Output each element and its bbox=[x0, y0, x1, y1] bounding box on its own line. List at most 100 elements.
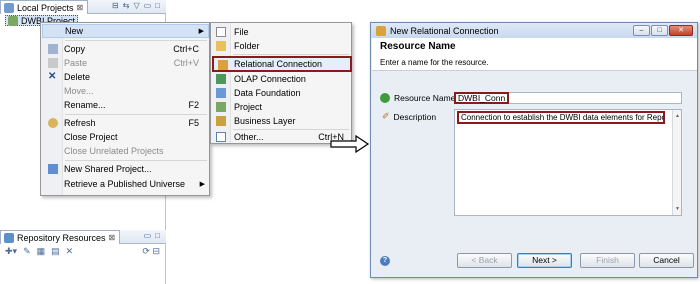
dialog-titlebar[interactable]: New Relational Connection – □ ✕ bbox=[371, 23, 697, 38]
cancel-button[interactable]: Cancel bbox=[639, 253, 694, 268]
menu-item-label: New bbox=[65, 26, 84, 36]
repository-toolbar: ✚▾ ✎ ▦ ▤ ✕ ⟳ ⊟ bbox=[0, 245, 166, 258]
window-controls: – □ ✕ bbox=[633, 25, 693, 36]
submenu-item-project[interactable]: Project bbox=[212, 100, 352, 114]
view-menu-icon[interactable]: ▽ bbox=[133, 1, 139, 10]
menu-item-label: Project bbox=[234, 102, 263, 112]
help-icon[interactable]: ? bbox=[380, 256, 390, 266]
other-icon bbox=[216, 132, 226, 142]
maximize-button[interactable]: □ bbox=[651, 25, 668, 36]
menu-item-label: Close Project bbox=[64, 132, 118, 142]
menu-separator bbox=[233, 54, 349, 55]
menu-separator bbox=[65, 114, 207, 115]
back-button[interactable]: < Back bbox=[457, 253, 512, 268]
menu-item-label: Other... bbox=[234, 132, 264, 142]
scroll-up-icon[interactable]: ▲ bbox=[675, 113, 680, 119]
repository-icon bbox=[4, 232, 14, 243]
insert-session-icon[interactable]: ✚▾ bbox=[5, 246, 17, 257]
submenu-arrow-icon: ▶ bbox=[198, 28, 204, 35]
submenu-item-relational-connection[interactable]: Relational Connection bbox=[212, 56, 352, 72]
close-tab-icon[interactable]: ⊠ bbox=[109, 233, 116, 242]
resource-name-value: DWBI_Conn bbox=[454, 92, 510, 104]
local-projects-tab-label: Local Projects bbox=[17, 2, 74, 13]
wizard-body: Resource Name DWBI_Conn ✐ Description Co… bbox=[372, 72, 697, 267]
minimize-icon[interactable]: ▭ bbox=[144, 231, 152, 240]
submenu-item-olap-connection[interactable]: OLAP Connection bbox=[212, 72, 352, 86]
menu-item-label: Retrieve a Published Universe bbox=[64, 179, 186, 189]
menu-item-rename[interactable]: Rename... F2 bbox=[42, 98, 209, 112]
wizard-footer: ? < Back Next > Finish Cancel bbox=[372, 249, 697, 273]
submenu-item-business-layer[interactable]: Business Layer bbox=[212, 114, 352, 128]
data-foundation-icon bbox=[216, 88, 226, 98]
local-projects-tabbar: Local Projects ⊠ ⊟ ⇆ ▽ ▭ □ bbox=[0, 0, 166, 14]
new-relational-connection-dialog: New Relational Connection – □ ✕ Resource… bbox=[370, 22, 698, 278]
menu-item-shortcut: Ctrl+C bbox=[173, 44, 199, 54]
minimize-button[interactable]: – bbox=[633, 25, 650, 36]
projects-view-icon bbox=[4, 2, 14, 13]
description-scrollbar[interactable]: ▲ ▼ bbox=[672, 110, 681, 215]
properties-icon[interactable]: ▦ bbox=[37, 246, 46, 257]
new-submenu: File Folder Relational Connection OLAP C… bbox=[210, 22, 352, 144]
maximize-icon[interactable]: □ bbox=[155, 1, 160, 10]
project-icon bbox=[8, 15, 18, 26]
menu-item-label: Paste bbox=[64, 58, 88, 68]
menu-item-close-project[interactable]: Close Project bbox=[42, 130, 209, 144]
link-editor-icon[interactable]: ⇆ bbox=[123, 1, 130, 10]
menu-item-new[interactable]: New ▶ bbox=[42, 24, 209, 38]
resource-name-label-group: Resource Name bbox=[380, 93, 455, 103]
dialog-title: New Relational Connection bbox=[390, 25, 499, 36]
submenu-item-data-foundation[interactable]: Data Foundation bbox=[212, 86, 352, 100]
folder-icon bbox=[216, 41, 226, 51]
repository-resources-tab[interactable]: Repository Resources ⊠ bbox=[0, 230, 121, 244]
relational-connection-icon bbox=[218, 60, 228, 70]
maximize-icon[interactable]: □ bbox=[155, 231, 160, 240]
arrow-right-icon bbox=[330, 135, 370, 153]
file-icon bbox=[216, 27, 226, 37]
menu-item-copy[interactable]: Copy Ctrl+C bbox=[42, 42, 209, 56]
edit-icon[interactable]: ✎ bbox=[23, 246, 31, 257]
minimize-icon[interactable]: ▭ bbox=[144, 1, 152, 10]
refresh-icon[interactable]: ⟳ ⊟ bbox=[142, 246, 160, 257]
menu-item-refresh[interactable]: Refresh F5 bbox=[42, 116, 209, 130]
next-button[interactable]: Next > bbox=[517, 253, 572, 268]
menu-item-paste[interactable]: Paste Ctrl+V bbox=[42, 56, 209, 70]
shared-project-icon bbox=[48, 164, 58, 174]
menu-item-label: Move... bbox=[64, 86, 94, 96]
collapse-all-icon[interactable]: ⊟ bbox=[112, 1, 119, 10]
resource-name-input[interactable]: DWBI_Conn bbox=[454, 92, 682, 104]
repository-tabbar: Repository Resources ⊠ ▭ □ bbox=[0, 230, 166, 244]
repository-tab-label: Repository Resources bbox=[17, 232, 106, 243]
menu-item-label: Business Layer bbox=[234, 116, 296, 126]
check-icon bbox=[380, 93, 390, 103]
delete-icon: ✕ bbox=[48, 71, 57, 82]
open-icon[interactable]: ▤ bbox=[51, 246, 60, 257]
menu-item-retrieve-universe[interactable]: Retrieve a Published Universe ▶ bbox=[42, 177, 209, 191]
menu-item-label: OLAP Connection bbox=[234, 74, 306, 84]
description-label: Description bbox=[393, 111, 437, 122]
description-textarea[interactable]: Connection to establish the DWBI data el… bbox=[454, 109, 682, 216]
menu-item-label: Relational Connection bbox=[234, 59, 323, 69]
menu-item-close-unrelated[interactable]: Close Unrelated Projects bbox=[42, 144, 209, 158]
menu-item-label: Refresh bbox=[64, 118, 96, 128]
menu-item-label: Rename... bbox=[64, 100, 106, 110]
menu-separator bbox=[65, 40, 207, 41]
submenu-item-file[interactable]: File bbox=[212, 25, 352, 39]
menu-item-label: Folder bbox=[234, 41, 260, 51]
menu-item-new-shared-project[interactable]: New Shared Project... bbox=[42, 162, 209, 176]
close-tab-icon[interactable]: ⊠ bbox=[77, 3, 84, 12]
menu-item-delete[interactable]: ✕ Delete bbox=[42, 70, 209, 84]
close-button[interactable]: ✕ bbox=[669, 25, 693, 36]
context-menu: New ▶ Copy Ctrl+C Paste Ctrl+V ✕ Delete … bbox=[40, 22, 210, 196]
business-layer-icon bbox=[216, 116, 226, 126]
local-projects-tab[interactable]: Local Projects ⊠ bbox=[0, 0, 89, 14]
delete-icon[interactable]: ✕ bbox=[66, 246, 74, 257]
menu-item-label: File bbox=[234, 27, 249, 37]
menu-item-label: Delete bbox=[64, 72, 91, 82]
relational-connection-icon bbox=[376, 25, 386, 36]
menu-item-move[interactable]: Move... bbox=[42, 84, 209, 98]
menu-item-shortcut: F2 bbox=[188, 100, 199, 110]
copy-icon bbox=[48, 44, 58, 54]
scroll-down-icon[interactable]: ▼ bbox=[675, 206, 680, 212]
finish-button[interactable]: Finish bbox=[580, 253, 635, 268]
submenu-item-folder[interactable]: Folder bbox=[212, 39, 352, 53]
